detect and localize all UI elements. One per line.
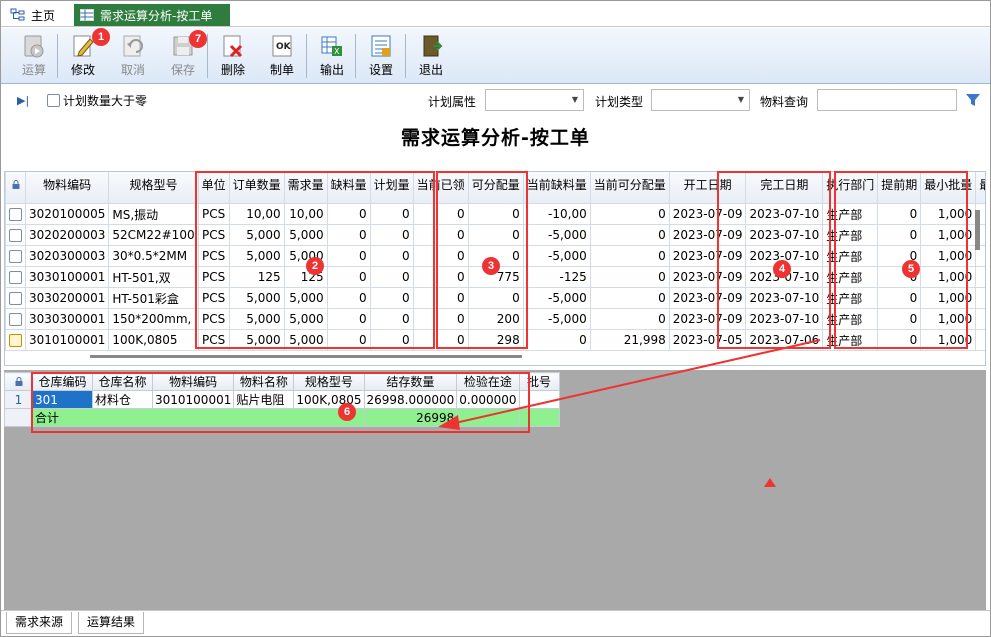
annotation-badge-2: 2 (306, 257, 324, 275)
tab-demand-source[interactable]: 需求来源 (6, 612, 73, 634)
tab-calc-result[interactable]: 运算结果 (78, 612, 145, 634)
annotation-badge-1: 1 (92, 28, 110, 46)
annotation-arrows (438, 339, 821, 487)
annotation-badge-5: 5 (902, 260, 920, 278)
annotation-badge-3: 3 (482, 257, 500, 275)
annotation-badge-7: 7 (189, 30, 207, 48)
annotation-badge-4: 4 (773, 260, 791, 278)
bottom-tab-bar: 需求来源 运算结果 (0, 610, 991, 637)
annotation-badge-6: 6 (338, 403, 356, 421)
